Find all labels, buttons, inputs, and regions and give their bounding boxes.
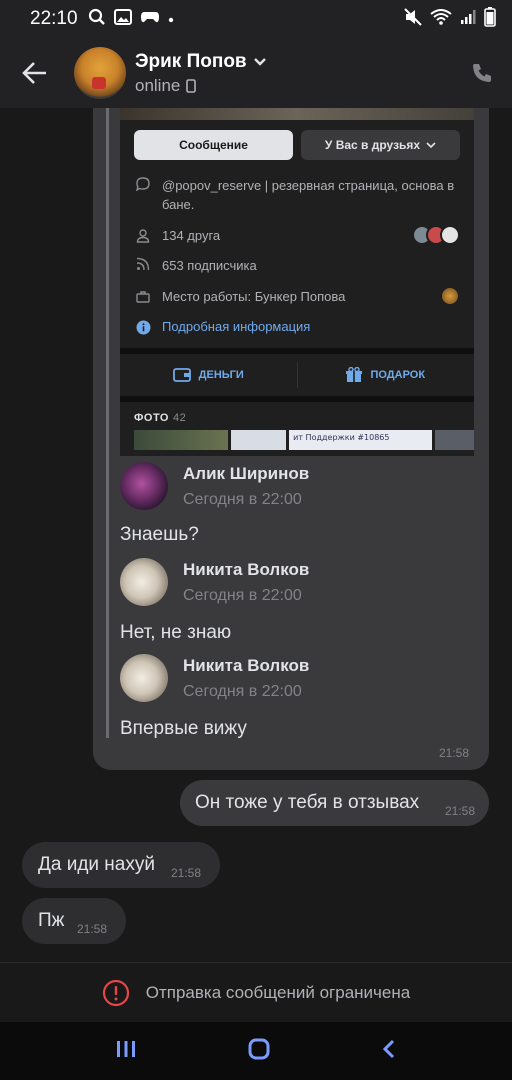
status-time: 22:10 [30, 8, 78, 29]
user-icon [134, 228, 152, 243]
warning-icon [102, 979, 129, 1006]
friends-button: У Вас в друзьях [301, 130, 460, 160]
info-icon [134, 319, 152, 335]
avatar[interactable] [120, 462, 168, 510]
mobile-icon [186, 78, 197, 93]
photo-thumbnail: ит Поддержки #10865 [289, 430, 432, 450]
chevron-left-icon [382, 1039, 395, 1058]
incoming-message[interactable]: Пж 21:58 [22, 898, 126, 944]
message-time: Сегодня в 22:00 [183, 491, 302, 508]
message-time: 21:58 [439, 746, 470, 760]
photo-caption: ит Поддержки #10865 [293, 433, 390, 442]
chevron-down-icon [253, 57, 266, 66]
briefcase-icon [134, 289, 152, 303]
followers-count: 653 подписчика [162, 258, 257, 273]
photos-header: ФОТО 42 [120, 402, 474, 430]
rss-icon [134, 256, 152, 271]
photos-label: ФОТО [134, 412, 169, 424]
profile-card-screenshot[interactable]: Сообщение У Вас в друзьях @popov_reserve… [120, 108, 474, 456]
chat-header: Эрик Попов online [0, 38, 512, 108]
gift-icon [346, 367, 363, 382]
message-text: Нет, не знаю [120, 622, 232, 643]
gamepad-icon [140, 10, 160, 29]
system-nav-bar [0, 1022, 512, 1080]
message-time: 21:58 [171, 866, 202, 880]
search-icon [88, 8, 106, 31]
chevron-down-icon [426, 141, 436, 148]
online-status: online [135, 75, 181, 95]
avatar[interactable] [120, 558, 168, 606]
message-text: Знаешь? [120, 524, 199, 545]
avatar[interactable] [120, 654, 168, 702]
signal-icon [460, 9, 476, 30]
mute-icon [404, 7, 422, 31]
money-label: ДЕНЬГИ [198, 369, 244, 381]
avatar [440, 286, 460, 306]
back-button[interactable] [0, 38, 70, 108]
gift-action: ПОДАРОК [298, 367, 475, 383]
arrow-left-icon [22, 62, 46, 84]
workplace-row: Место работы: Бункер Попова [120, 286, 474, 306]
status-text: @popov_reserve | резервная страница, осн… [162, 178, 455, 212]
comment-icon [134, 176, 152, 191]
incoming-message[interactable]: Да иди нахуй 21:58 [22, 842, 220, 888]
outgoing-message[interactable]: Он тоже у тебя в отзывах 21:58 [180, 780, 489, 826]
contact-name: Эрик Попов [135, 50, 247, 72]
message-text: Впервые вижу [120, 718, 247, 739]
wifi-icon [430, 8, 452, 30]
restriction-bar: Отправка сообщений ограничена [0, 962, 512, 1022]
avatar [440, 225, 460, 245]
friends-row: 134 друга [120, 225, 474, 245]
photo-thumbnail [230, 430, 287, 450]
recent-apps-icon [117, 1040, 135, 1057]
message-time: Сегодня в 22:00 [183, 587, 302, 604]
battery-icon [484, 6, 496, 32]
home-icon [248, 1038, 270, 1059]
message-time: Сегодня в 22:00 [183, 683, 302, 700]
details-link: Подробная информация [162, 319, 311, 334]
nav-back-button[interactable] [381, 1038, 397, 1065]
call-button[interactable] [468, 59, 496, 87]
gift-label: ПОДАРОК [370, 369, 426, 381]
photo-thumbnail [134, 430, 228, 450]
friends-button-label: У Вас в друзьях [324, 138, 421, 152]
author-name[interactable]: Никита Волков [183, 560, 309, 580]
message-text: Пж [38, 910, 65, 931]
message-text: Он тоже у тебя в отзывах [195, 792, 420, 813]
forward-indicator-line [106, 108, 109, 738]
phone-icon [473, 64, 491, 82]
chat-title-block[interactable]: Эрик Попов online [135, 51, 267, 96]
gallery-icon [113, 8, 132, 30]
details-row: Подробная информация [120, 317, 474, 336]
friend-avatars [412, 225, 460, 245]
message-button: Сообщение [134, 130, 293, 160]
dot-icon [168, 10, 174, 28]
message-time: 21:58 [77, 922, 108, 936]
photo-strip: ит Поддержки #10865 [120, 430, 474, 450]
message-time: 21:58 [444, 804, 475, 818]
status-bar: 22:10 [0, 0, 512, 38]
friends-count: 134 друга [162, 227, 221, 243]
home-button[interactable] [247, 1037, 271, 1066]
restriction-text: Отправка сообщений ограничена [145, 982, 411, 1002]
author-name[interactable]: Никита Волков [183, 656, 309, 676]
workplace-text: Место работы: Бункер Попова [162, 288, 346, 304]
recent-apps-button[interactable] [115, 1039, 137, 1064]
photos-count: 42 [172, 412, 187, 424]
status-row: @popov_reserve | резервная страница, осн… [120, 176, 474, 214]
cover-strip [120, 108, 474, 120]
author-name[interactable]: Алик Ширинов [183, 464, 309, 484]
avatar[interactable] [74, 47, 126, 99]
actions-row: ДЕНЬГИ ПОДАРОК [120, 354, 474, 396]
followers-row: 653 подписчика [120, 256, 474, 275]
message-text: Да иди нахуй [38, 854, 155, 875]
money-action: ДЕНЬГИ [120, 368, 297, 382]
photo-thumbnail [434, 430, 474, 450]
wallet-icon [172, 368, 191, 382]
